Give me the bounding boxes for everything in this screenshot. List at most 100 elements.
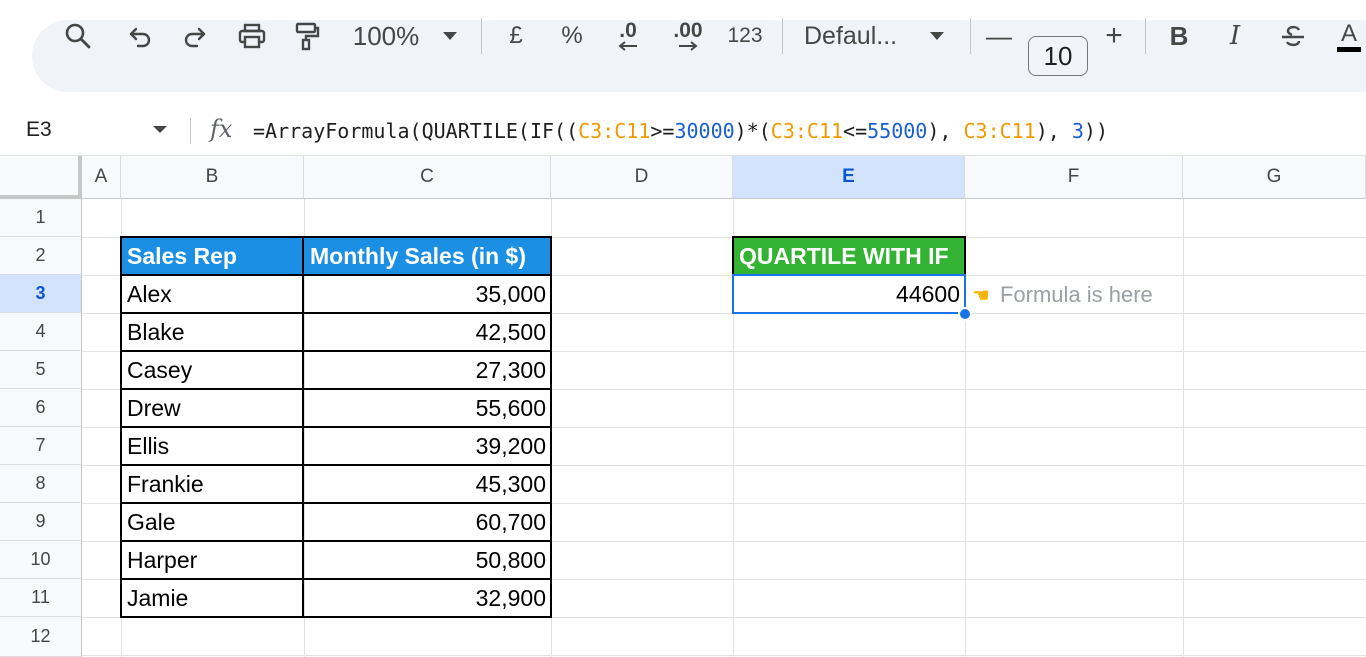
- table-cell-sales[interactable]: 42,500: [304, 313, 551, 351]
- paint-format-icon[interactable]: [287, 0, 327, 72]
- toolbar-divider: [782, 18, 783, 54]
- toolbar-area: 100% £ % .0 .00 123 Defaul... — 10 + B I…: [0, 0, 1366, 106]
- table-cell-name[interactable]: Alex: [121, 275, 304, 313]
- text-color-button[interactable]: A: [1332, 0, 1366, 72]
- column-header-e[interactable]: E: [733, 156, 965, 199]
- column-header-f[interactable]: F: [965, 156, 1183, 199]
- row-header-12[interactable]: 12: [0, 617, 82, 657]
- formula-part: =ArrayFormula(QUARTILE(IF((: [253, 119, 579, 143]
- table-cell-sales[interactable]: 60,700: [304, 503, 551, 541]
- text-color-label: A: [1336, 20, 1361, 52]
- row-header-7[interactable]: 7: [0, 427, 82, 465]
- formula-input[interactable]: =ArrayFormula(QUARTILE(IF((C3:C11>=30000…: [253, 119, 1108, 143]
- fill-handle[interactable]: [958, 307, 972, 321]
- fx-icon: fx: [210, 115, 233, 143]
- percent-format-button[interactable]: %: [555, 0, 589, 72]
- row-header-1[interactable]: 1: [0, 199, 82, 237]
- column-header-b[interactable]: B: [121, 156, 304, 199]
- formula-part: >=: [650, 119, 675, 143]
- table-cell-sales[interactable]: 55,600: [304, 389, 551, 427]
- formula-range-ref: C3:C11: [770, 119, 844, 143]
- increase-font-size-button[interactable]: +: [1099, 0, 1129, 72]
- spreadsheet-grid: A B C D E F G 1 2 3 4 5 6 7 8 9 10 11 12…: [0, 156, 1366, 657]
- name-box-dropdown-icon[interactable]: [153, 126, 167, 133]
- gridline: [551, 199, 552, 657]
- arrow-right-icon: [679, 41, 698, 51]
- gridline: [1183, 199, 1184, 657]
- increase-decimal-button[interactable]: .00: [666, 0, 710, 72]
- print-icon[interactable]: [232, 0, 272, 72]
- table-cell-sales[interactable]: 50,800: [304, 541, 551, 579]
- formula-range-ref: C3:C11: [963, 119, 1036, 143]
- row-header-4[interactable]: 4: [0, 313, 82, 351]
- gridline: [82, 655, 1366, 656]
- row-header-9[interactable]: 9: [0, 503, 82, 541]
- italic-button[interactable]: I: [1220, 0, 1250, 72]
- arrow-left-icon: [618, 41, 637, 51]
- zoom-select[interactable]: 100%: [348, 0, 424, 72]
- table-cell-sales[interactable]: 27,300: [304, 351, 551, 389]
- formula-bar-divider: [190, 118, 191, 144]
- zoom-dropdown-icon[interactable]: [438, 0, 462, 72]
- formula-bar: E3 fx =ArrayFormula(QUARTILE(IF((C3:C11>…: [0, 106, 1366, 156]
- strikethrough-icon[interactable]: [1276, 0, 1310, 72]
- font-size-input[interactable]: 10: [1028, 36, 1088, 76]
- name-box[interactable]: E3: [26, 118, 52, 142]
- table-cell-sales[interactable]: 32,900: [304, 579, 551, 617]
- gridline: [82, 617, 1366, 618]
- formula-number: 3: [1071, 119, 1084, 143]
- bold-button[interactable]: B: [1164, 0, 1194, 72]
- formula-part: ),: [927, 119, 964, 143]
- table-cell-sales[interactable]: 39,200: [304, 427, 551, 465]
- select-all-corner[interactable]: [0, 156, 82, 199]
- formula-part: )*(: [734, 119, 771, 143]
- quartile-header-cell[interactable]: QUARTILE WITH IF: [733, 237, 965, 275]
- table-header-sales-rep[interactable]: Sales Rep: [121, 237, 304, 275]
- row-header-2[interactable]: 2: [0, 237, 82, 275]
- column-header-c[interactable]: C: [304, 156, 551, 199]
- decrease-font-size-button[interactable]: —: [984, 0, 1014, 72]
- search-icon[interactable]: [58, 0, 98, 72]
- row-header-6[interactable]: 6: [0, 389, 82, 427]
- row-header-10[interactable]: 10: [0, 541, 82, 579]
- table-cell-name[interactable]: Blake: [121, 313, 304, 351]
- currency-format-button[interactable]: £: [500, 0, 532, 72]
- table-cell-name[interactable]: Jamie: [121, 579, 304, 617]
- table-cell-name[interactable]: Casey: [121, 351, 304, 389]
- redo-icon[interactable]: [175, 0, 215, 72]
- undo-icon[interactable]: [120, 0, 160, 72]
- formula-note: ☚ Formula is here: [972, 276, 1153, 314]
- formula-note-text: Formula is here: [999, 282, 1153, 307]
- more-formats-button[interactable]: 123: [724, 0, 766, 72]
- increase-decimal-label: .00: [673, 19, 703, 42]
- column-header-a[interactable]: A: [82, 156, 121, 199]
- quartile-result-cell[interactable]: 44600: [733, 275, 965, 313]
- column-header-g[interactable]: G: [1183, 156, 1366, 199]
- table-cell-name[interactable]: Ellis: [121, 427, 304, 465]
- toolbar-divider: [481, 18, 482, 54]
- formula-number: 55000: [867, 119, 928, 143]
- row-header-8[interactable]: 8: [0, 465, 82, 503]
- decrease-decimal-label: .0: [619, 19, 637, 42]
- formula-part: <=: [843, 119, 868, 143]
- formula-number: 30000: [674, 119, 735, 143]
- table-cell-name[interactable]: Gale: [121, 503, 304, 541]
- toolbar-divider: [1145, 18, 1146, 54]
- decrease-decimal-button[interactable]: .0: [608, 0, 648, 72]
- row-header-11[interactable]: 11: [0, 579, 82, 617]
- formula-range-ref: C3:C11: [578, 119, 651, 143]
- row-header-5[interactable]: 5: [0, 351, 82, 389]
- toolbar-divider: [970, 18, 971, 54]
- table-cell-name[interactable]: Harper: [121, 541, 304, 579]
- pointing-hand-icon: ☚: [972, 284, 990, 307]
- font-dropdown-icon[interactable]: [925, 0, 949, 72]
- gridline: [965, 199, 966, 657]
- table-cell-name[interactable]: Drew: [121, 389, 304, 427]
- row-header-3[interactable]: 3: [0, 275, 82, 313]
- font-family-select[interactable]: Defaul...: [804, 0, 910, 72]
- table-cell-sales[interactable]: 35,000: [304, 275, 551, 313]
- column-header-d[interactable]: D: [551, 156, 733, 199]
- table-cell-name[interactable]: Frankie: [121, 465, 304, 503]
- table-header-monthly-sales[interactable]: Monthly Sales (in $): [304, 237, 551, 275]
- table-cell-sales[interactable]: 45,300: [304, 465, 551, 503]
